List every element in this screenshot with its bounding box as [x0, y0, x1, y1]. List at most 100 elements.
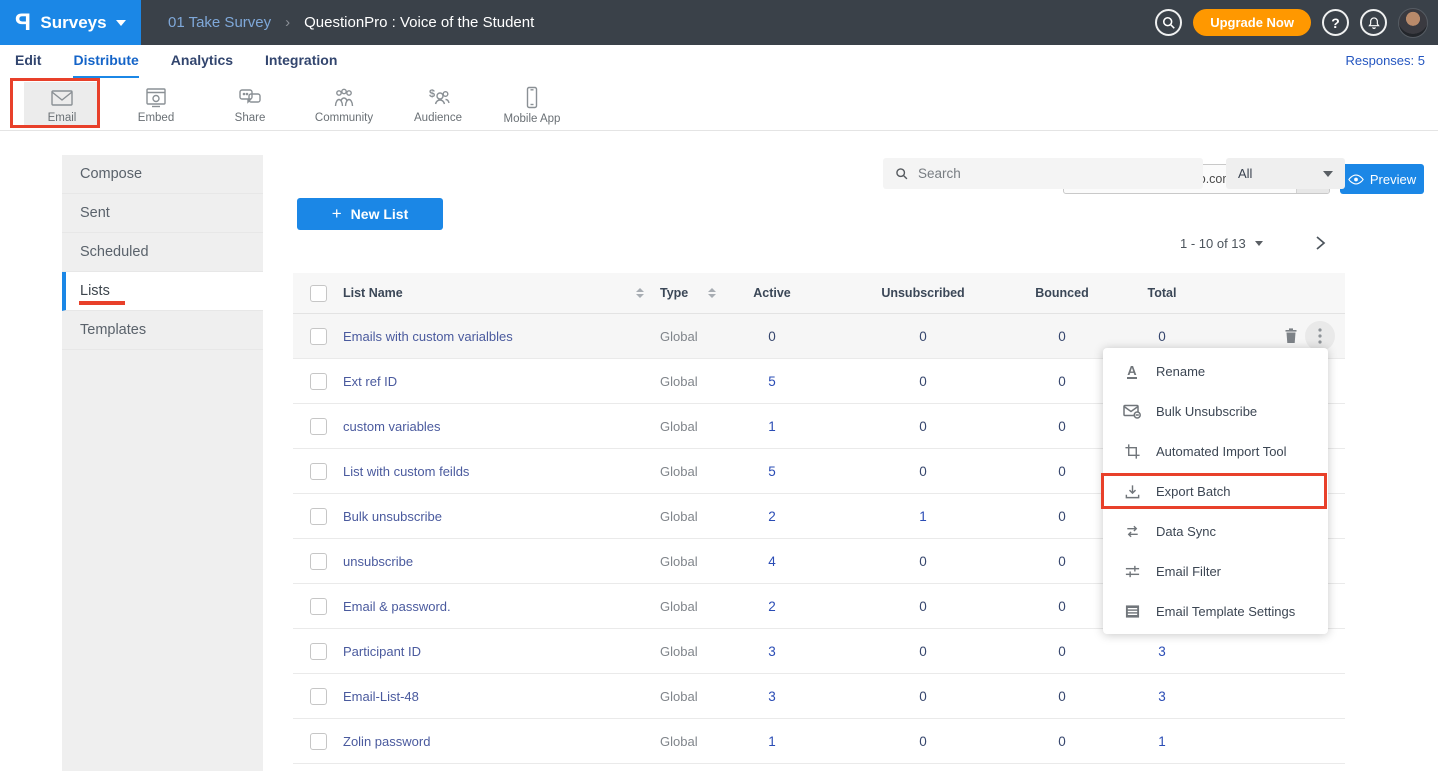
bounced-count[interactable]: 0	[1032, 599, 1092, 614]
total-count[interactable]: 3	[1092, 644, 1232, 659]
active-count[interactable]: 3	[730, 644, 814, 659]
column-header-list-name[interactable]: List Name	[343, 286, 403, 300]
menu-item-automated-import-tool[interactable]: Automated Import Tool	[1103, 431, 1328, 471]
active-count[interactable]: 1	[730, 419, 814, 434]
menu-item-bulk-unsubscribe[interactable]: Bulk Unsubscribe	[1103, 391, 1328, 431]
list-name-link[interactable]: Email-List-48	[343, 689, 650, 704]
total-count[interactable]: 3	[1092, 689, 1232, 704]
sidebar-item-sent[interactable]: Sent	[62, 194, 263, 233]
row-checkbox[interactable]	[310, 733, 327, 750]
column-header-type[interactable]: Type	[660, 286, 688, 300]
toolbar-item-share[interactable]: Share	[212, 82, 288, 128]
menu-item-email-template-settings[interactable]: Email Template Settings	[1103, 591, 1328, 631]
unsubscribed-count[interactable]: 0	[814, 599, 1032, 614]
bounced-count[interactable]: 0	[1032, 554, 1092, 569]
sort-icon[interactable]	[636, 288, 644, 298]
user-avatar[interactable]	[1398, 8, 1428, 38]
unsubscribed-count[interactable]: 0	[814, 734, 1032, 749]
tab-integration[interactable]: Integration	[265, 45, 337, 78]
bounced-count[interactable]: 0	[1032, 509, 1092, 524]
list-name-link[interactable]: Bulk unsubscribe	[343, 509, 650, 524]
unsubscribed-count[interactable]: 0	[814, 689, 1032, 704]
unsubscribed-count[interactable]: 0	[814, 554, 1032, 569]
bounced-count[interactable]: 0	[1032, 734, 1092, 749]
toolbar-item-mobile-app[interactable]: Mobile App	[494, 82, 570, 128]
product-switcher[interactable]: P Surveys	[0, 0, 141, 45]
search-button[interactable]	[1155, 9, 1182, 36]
menu-item-rename[interactable]: A Rename	[1103, 351, 1328, 391]
table-row[interactable]: Participant ID Global 3 0 0 3	[293, 629, 1345, 674]
active-count[interactable]: 1	[730, 734, 814, 749]
column-header-total[interactable]: Total	[1092, 286, 1232, 300]
unsubscribed-count[interactable]: 0	[814, 374, 1032, 389]
list-filter-dropdown[interactable]: All	[1226, 158, 1345, 189]
trash-icon[interactable]	[1283, 327, 1299, 345]
row-checkbox[interactable]	[310, 643, 327, 660]
select-all-checkbox[interactable]	[310, 285, 327, 302]
unsubscribed-count[interactable]: 0	[814, 329, 1032, 344]
row-checkbox[interactable]	[310, 688, 327, 705]
toolbar-item-community[interactable]: Community	[306, 82, 382, 128]
sidebar-item-templates[interactable]: Templates	[62, 311, 263, 350]
list-name-link[interactable]: Participant ID	[343, 644, 650, 659]
pagination-next-button[interactable]	[1312, 234, 1328, 257]
help-button[interactable]: ?	[1322, 9, 1349, 36]
table-row[interactable]: Zolin password Global 1 0 0 1	[293, 719, 1345, 764]
row-checkbox[interactable]	[310, 598, 327, 615]
toolbar-item-embed[interactable]: Embed	[118, 82, 194, 128]
sidebar-item-scheduled[interactable]: Scheduled	[62, 233, 263, 272]
list-name-link[interactable]: Emails with custom varialbles	[343, 329, 650, 344]
bounced-count[interactable]: 0	[1032, 329, 1092, 344]
bounced-count[interactable]: 0	[1032, 644, 1092, 659]
tab-distribute[interactable]: Distribute	[73, 45, 138, 78]
list-name-link[interactable]: Email & password.	[343, 599, 650, 614]
total-count[interactable]: 1	[1092, 734, 1232, 749]
active-count[interactable]: 3	[730, 689, 814, 704]
list-name-link[interactable]: List with custom feilds	[343, 464, 650, 479]
list-search-input[interactable]: Search	[883, 158, 1203, 189]
notifications-button[interactable]	[1360, 9, 1387, 36]
unsubscribed-count[interactable]: 1	[814, 509, 1032, 524]
menu-item-email-filter[interactable]: Email Filter	[1103, 551, 1328, 591]
total-count[interactable]: 0	[1092, 329, 1232, 344]
list-name-link[interactable]: Zolin password	[343, 734, 650, 749]
row-checkbox[interactable]	[310, 418, 327, 435]
column-header-active[interactable]: Active	[730, 286, 814, 300]
bounced-count[interactable]: 0	[1032, 419, 1092, 434]
unsubscribed-count[interactable]: 0	[814, 644, 1032, 659]
row-checkbox[interactable]	[310, 328, 327, 345]
pagination-control[interactable]: 1 - 10 of 13	[1180, 236, 1263, 251]
row-menu-button[interactable]	[1305, 321, 1335, 351]
unsubscribed-count[interactable]: 0	[814, 464, 1032, 479]
sidebar-item-lists[interactable]: Lists	[62, 272, 263, 311]
upgrade-now-button[interactable]: Upgrade Now	[1193, 9, 1311, 36]
column-header-bounced[interactable]: Bounced	[1032, 286, 1092, 300]
row-checkbox[interactable]	[310, 508, 327, 525]
active-count[interactable]: 2	[730, 599, 814, 614]
tab-analytics[interactable]: Analytics	[171, 45, 233, 78]
row-checkbox[interactable]	[310, 553, 327, 570]
list-name-link[interactable]: unsubscribe	[343, 554, 650, 569]
bounced-count[interactable]: 0	[1032, 464, 1092, 479]
row-checkbox[interactable]	[310, 463, 327, 480]
row-checkbox[interactable]	[310, 373, 327, 390]
table-row[interactable]: Email-List-48 Global 3 0 0 3	[293, 674, 1345, 719]
breadcrumb-survey-link[interactable]: 01 Take Survey	[168, 14, 271, 31]
sidebar-item-compose[interactable]: Compose	[62, 155, 263, 194]
menu-item-data-sync[interactable]: Data Sync	[1103, 511, 1328, 551]
preview-button[interactable]: Preview	[1340, 164, 1424, 194]
tab-edit[interactable]: Edit	[15, 45, 41, 78]
column-header-unsubscribed[interactable]: Unsubscribed	[814, 286, 1032, 300]
active-count[interactable]: 5	[730, 464, 814, 479]
bounced-count[interactable]: 0	[1032, 689, 1092, 704]
toolbar-item-audience[interactable]: $ Audience	[400, 82, 476, 128]
list-name-link[interactable]: custom variables	[343, 419, 650, 434]
active-count[interactable]: 0	[730, 329, 814, 344]
active-count[interactable]: 5	[730, 374, 814, 389]
bounced-count[interactable]: 0	[1032, 374, 1092, 389]
list-name-link[interactable]: Ext ref ID	[343, 374, 650, 389]
active-count[interactable]: 2	[730, 509, 814, 524]
active-count[interactable]: 4	[730, 554, 814, 569]
unsubscribed-count[interactable]: 0	[814, 419, 1032, 434]
responses-count[interactable]: Responses: 5	[1346, 53, 1426, 68]
